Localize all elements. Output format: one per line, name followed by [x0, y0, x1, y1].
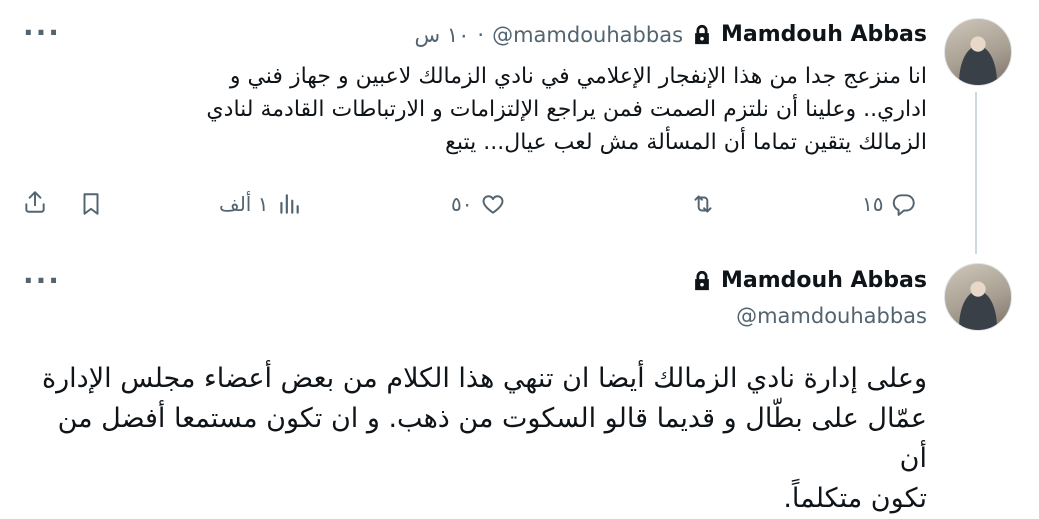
tweet-text-line: وعلى إدارة نادي الزمالك أيضا ان تنهي هذا… [42, 363, 927, 394]
lock-icon [695, 24, 709, 44]
lock-icon [695, 270, 709, 290]
tweet-header: Mamdouh Abbas [691, 268, 927, 293]
more-options-icon[interactable]: ··· [23, 19, 61, 47]
tweet-time[interactable]: ١٠ س [415, 23, 470, 47]
bookmark-icon [83, 193, 99, 215]
share-button[interactable] [22, 189, 48, 215]
author-handle[interactable]: @mamdouhabbas [736, 304, 927, 328]
share-icon [25, 191, 45, 213]
tweet-text-line: الزمالك يتقين تماما أن المسألة مش لعب عي… [445, 130, 927, 155]
reply-icon [893, 194, 916, 216]
more-options-icon[interactable]: ··· [23, 267, 61, 295]
tweet-text-line: عمّال على بطّال و قديما قالو السكوت من ذ… [57, 403, 927, 474]
reply-count: ١٥ [862, 192, 884, 216]
like-button[interactable]: ٥٠ [451, 191, 506, 217]
bookmark-button[interactable] [78, 191, 104, 217]
retweet-icon [694, 195, 712, 213]
tweet-header: ١٠ س · @mamdouhabbas Mamdouh Abbas [415, 22, 927, 47]
separator-dot: · [477, 22, 485, 47]
author-avatar[interactable] [944, 263, 1012, 331]
views-button[interactable]: ١ ألف [219, 191, 302, 217]
retweet-button[interactable] [690, 191, 724, 217]
views-icon [280, 194, 300, 214]
tweet-text-line: تكون متكلماً. [783, 483, 927, 514]
tweet-text-line: اداري.. وعلينا أن نلتزم الصمت فمن يراجع … [206, 97, 927, 122]
tweet-text: وعلى إدارة نادي الزمالك أيضا ان تنهي هذا… [27, 359, 927, 519]
author-avatar[interactable] [944, 18, 1012, 86]
like-count: ٥٠ [451, 192, 473, 216]
heart-icon [483, 195, 504, 214]
tweet-text: انا منزعج جدا من هذا الإنفجار الإعلامي ف… [67, 60, 927, 159]
thread-connector-line [975, 92, 977, 254]
tweet-text-line: انا منزعج جدا من هذا الإنفجار الإعلامي ف… [229, 64, 927, 89]
reply-button[interactable]: ١٥ [862, 191, 917, 217]
views-count: ١ ألف [219, 192, 269, 216]
author-handle[interactable]: @mamdouhabbas [492, 23, 683, 47]
author-name[interactable]: Mamdouh Abbas [721, 22, 927, 47]
author-name[interactable]: Mamdouh Abbas [721, 268, 927, 293]
